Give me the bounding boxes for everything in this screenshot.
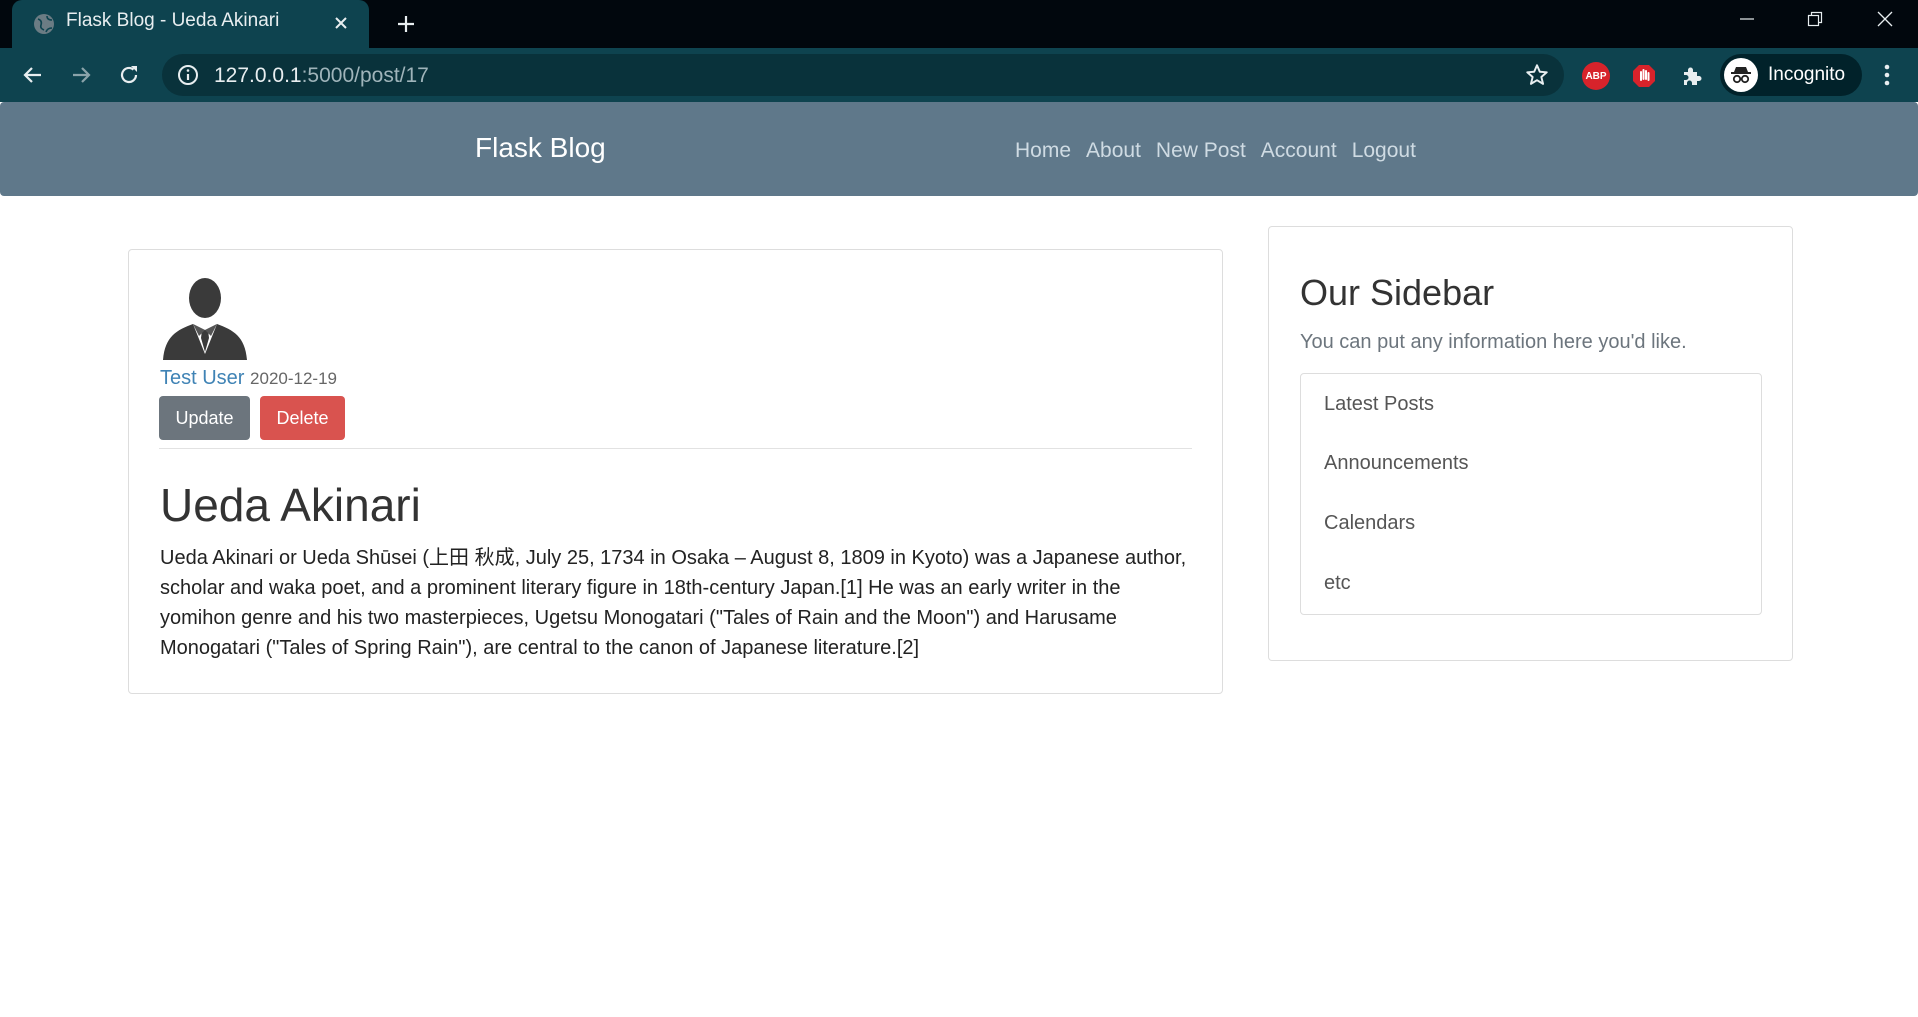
minimize-icon[interactable] [1714,0,1780,38]
site-navbar: Flask Blog Home About New Post Account L… [0,102,1918,196]
reload-icon[interactable] [112,58,146,92]
kebab-menu-icon[interactable] [1872,60,1902,90]
incognito-label: Incognito [1768,64,1846,85]
delete-button[interactable]: Delete [260,396,345,440]
sidebar-description: You can put any information here you'd l… [1300,331,1687,353]
forward-arrow-icon[interactable] [64,58,98,92]
nav-home[interactable]: Home [1015,139,1071,163]
user-avatar-icon [159,268,251,360]
incognito-profile-button[interactable]: Incognito [1720,54,1862,96]
sidebar-item-announcements[interactable]: Announcements [1324,452,1469,475]
sidebar-item-calendars[interactable]: Calendars [1324,512,1415,535]
post-meta: Test User 2020-12-19 [160,367,337,390]
nav-about[interactable]: About [1086,139,1141,163]
post-date: 2020-12-19 [250,369,337,388]
browser-toolbar: 127.0.0.1:5000/post/17 ABP Incognito [0,48,1918,102]
nav-account[interactable]: Account [1261,139,1337,163]
sidebar-item-latest-posts[interactable]: Latest Posts [1324,393,1434,416]
address-bar[interactable]: 127.0.0.1:5000/post/17 [162,54,1564,96]
url-path: :5000/post/17 [301,64,429,87]
nav-links: Home About New Post Account Logout [1015,139,1416,163]
adblock-label: ABP [1585,70,1607,82]
incognito-icon [1724,58,1758,92]
star-icon[interactable] [1524,62,1550,88]
sidebar-item-etc[interactable]: etc [1324,572,1351,595]
url-text[interactable]: 127.0.0.1:5000/post/17 [214,64,429,88]
post-content: Ueda Akinari or Ueda Shūsei (上田 秋成, July… [160,547,1187,659]
tab-title: Flask Blog - Ueda Akinari [66,10,280,31]
sidebar-list: Latest Posts Announcements Calendars etc [1300,373,1762,615]
nav-new-post[interactable]: New Post [1156,139,1246,163]
url-host: 127.0.0.1 [214,64,302,87]
post-author-link[interactable]: Test User [160,367,244,389]
divider [159,448,1192,449]
update-button[interactable]: Update [159,396,250,440]
puzzle-icon[interactable] [1678,62,1706,90]
plus-icon[interactable] [390,8,422,40]
globe-icon [32,12,56,36]
nav-logout[interactable]: Logout [1352,139,1416,163]
post-title: Ueda Akinari [160,479,421,531]
close-icon[interactable] [327,9,355,37]
browser-tabstrip: Flask Blog - Ueda Akinari [0,0,1918,48]
sidebar: Our Sidebar You can put any information … [1268,226,1793,661]
sidebar-title: Our Sidebar [1300,272,1495,313]
browser-tab-active[interactable]: Flask Blog - Ueda Akinari [12,0,369,48]
stop-hand-icon[interactable] [1630,62,1658,90]
post-article: Test User 2020-12-19 Update Delete Ueda … [128,249,1223,694]
info-icon[interactable] [176,63,200,87]
adblock-icon[interactable]: ABP [1582,62,1610,90]
restore-icon[interactable] [1782,0,1848,38]
site-brand[interactable]: Flask Blog [475,132,606,164]
back-arrow-icon[interactable] [16,58,50,92]
window-close-icon[interactable] [1852,0,1918,38]
